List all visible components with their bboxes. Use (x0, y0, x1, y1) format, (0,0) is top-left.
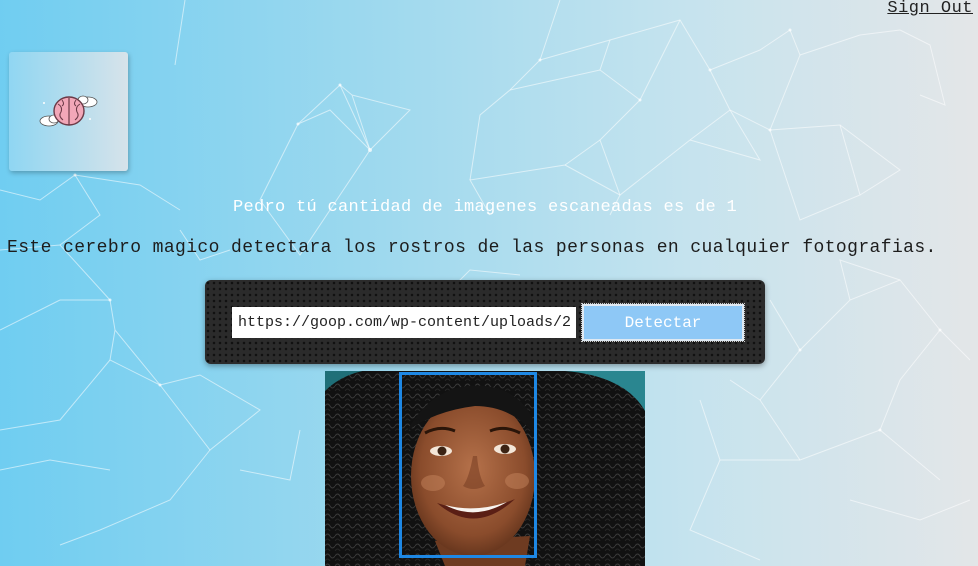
brain-icon (39, 95, 98, 127)
sign-out-link[interactable]: Sign Out (887, 0, 973, 18)
face-bounding-box (399, 372, 537, 558)
image-url-input[interactable] (232, 307, 576, 338)
detect-button[interactable]: Detectar (581, 303, 745, 342)
image-url-form: Detectar (205, 280, 765, 364)
app-description: Este cerebro magico detectara los rostro… (7, 238, 937, 258)
logo-card[interactable] (9, 52, 128, 171)
scan-count-message: Pedro tú cantidad de imagenes escaneadas… (232, 198, 738, 217)
result-image (325, 371, 645, 566)
